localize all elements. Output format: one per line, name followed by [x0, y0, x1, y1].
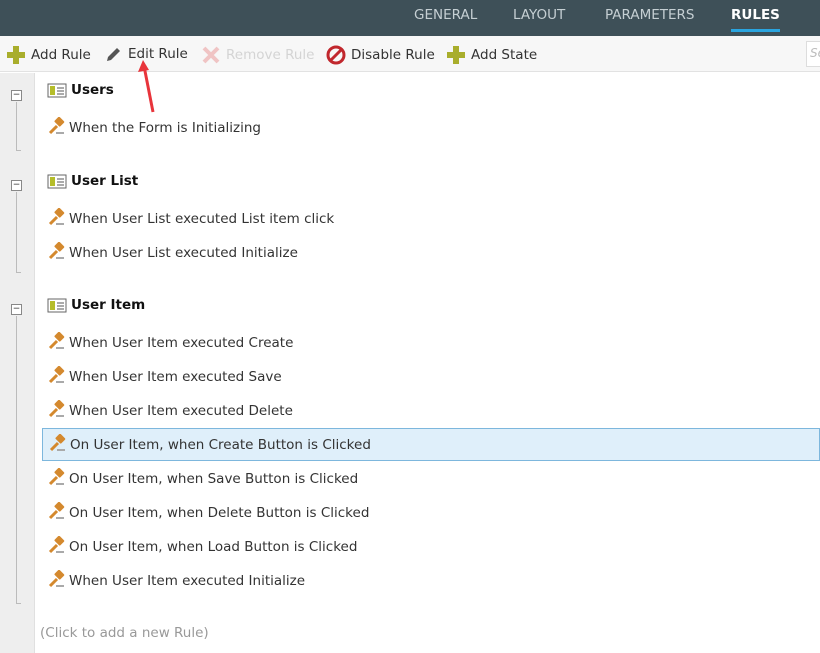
remove-rule-label: Remove Rule	[226, 47, 315, 63]
rule-label: When User Item executed Save	[69, 368, 282, 385]
collapse-toggle[interactable]: −	[11, 304, 22, 315]
disable-icon	[326, 45, 346, 65]
gavel-icon	[47, 241, 65, 264]
rule-label: When User Item executed Initialize	[69, 572, 306, 589]
gavel-icon	[47, 365, 65, 388]
rule-label: When the Form is Initializing	[69, 119, 261, 136]
add-rule-label: Add Rule	[31, 47, 91, 63]
collapse-toggle[interactable]: −	[11, 180, 22, 191]
top-nav: GENERAL LAYOUT PARAMETERS RULES	[0, 0, 820, 36]
rule-item[interactable]: When User Item executed Save	[42, 360, 820, 393]
gavel-icon	[47, 331, 65, 354]
add-state-label: Add State	[471, 47, 538, 63]
form-icon	[47, 83, 67, 97]
form-icon	[47, 298, 67, 312]
remove-rule-button[interactable]: Remove Rule	[201, 45, 314, 65]
rule-group-header[interactable]: User List	[42, 164, 820, 197]
tab-rules[interactable]: RULES	[731, 7, 780, 32]
rule-label: When User Item executed Create	[69, 334, 294, 351]
gavel-icon	[47, 535, 65, 558]
plus-icon	[447, 46, 465, 64]
gavel-icon	[47, 501, 65, 524]
rule-item[interactable]: On User Item, when Create Button is Clic…	[42, 428, 820, 461]
group-title: User Item	[71, 296, 146, 313]
form-icon	[47, 174, 67, 188]
rule-label: On User Item, when Load Button is Clicke…	[69, 538, 358, 555]
group-title: Users	[71, 81, 114, 98]
rule-item[interactable]: When the Form is Initializing	[42, 111, 820, 144]
tree-gutter: − − −	[0, 73, 35, 653]
rule-label: When User List executed List item click	[69, 210, 335, 227]
rule-item[interactable]: When User List executed Initialize	[42, 236, 820, 269]
tab-parameters[interactable]: PARAMETERS	[605, 7, 694, 23]
rule-item[interactable]: On User Item, when Save Button is Clicke…	[42, 462, 820, 495]
rule-item[interactable]: When User Item executed Create	[42, 326, 820, 359]
rule-label: On User Item, when Create Button is Clic…	[70, 436, 371, 453]
gavel-icon	[47, 399, 65, 422]
disable-rule-button[interactable]: Disable Rule	[326, 45, 435, 65]
search-input[interactable]: Se	[806, 41, 820, 67]
pencil-icon	[107, 48, 120, 61]
gavel-icon	[47, 207, 65, 230]
rule-label: On User Item, when Save Button is Clicke…	[69, 470, 359, 487]
x-icon	[202, 46, 220, 64]
disable-rule-label: Disable Rule	[351, 47, 435, 63]
plus-icon	[7, 46, 25, 64]
rule-label: On User Item, when Delete Button is Clic…	[69, 504, 370, 521]
tab-layout[interactable]: LAYOUT	[513, 7, 565, 23]
rule-label: When User List executed Initialize	[69, 244, 298, 261]
gavel-icon	[47, 116, 65, 139]
gavel-icon	[48, 433, 66, 456]
add-state-button[interactable]: Add State	[446, 45, 537, 65]
rule-label: When User Item executed Delete	[69, 402, 293, 419]
rule-group-header[interactable]: Users	[42, 73, 820, 106]
rule-item[interactable]: When User Item executed Delete	[42, 394, 820, 427]
rule-item[interactable]: When User Item executed Initialize	[42, 564, 820, 597]
gavel-icon	[47, 569, 65, 592]
rule-item[interactable]: When User List executed List item click	[42, 202, 820, 235]
rule-group-header[interactable]: User Item	[42, 288, 820, 321]
add-new-rule-link[interactable]: (Click to add a new Rule)	[40, 625, 209, 641]
rule-item[interactable]: On User Item, when Delete Button is Clic…	[42, 496, 820, 529]
tab-general[interactable]: GENERAL	[414, 7, 477, 23]
collapse-toggle[interactable]: −	[11, 90, 22, 101]
group-title: User List	[71, 172, 139, 189]
toolbar: Add Rule Edit Rule Remove Rule Disable R…	[0, 36, 820, 72]
rule-item[interactable]: On User Item, when Load Button is Clicke…	[42, 530, 820, 563]
add-rule-button[interactable]: Add Rule	[6, 45, 91, 65]
gavel-icon	[47, 467, 65, 490]
